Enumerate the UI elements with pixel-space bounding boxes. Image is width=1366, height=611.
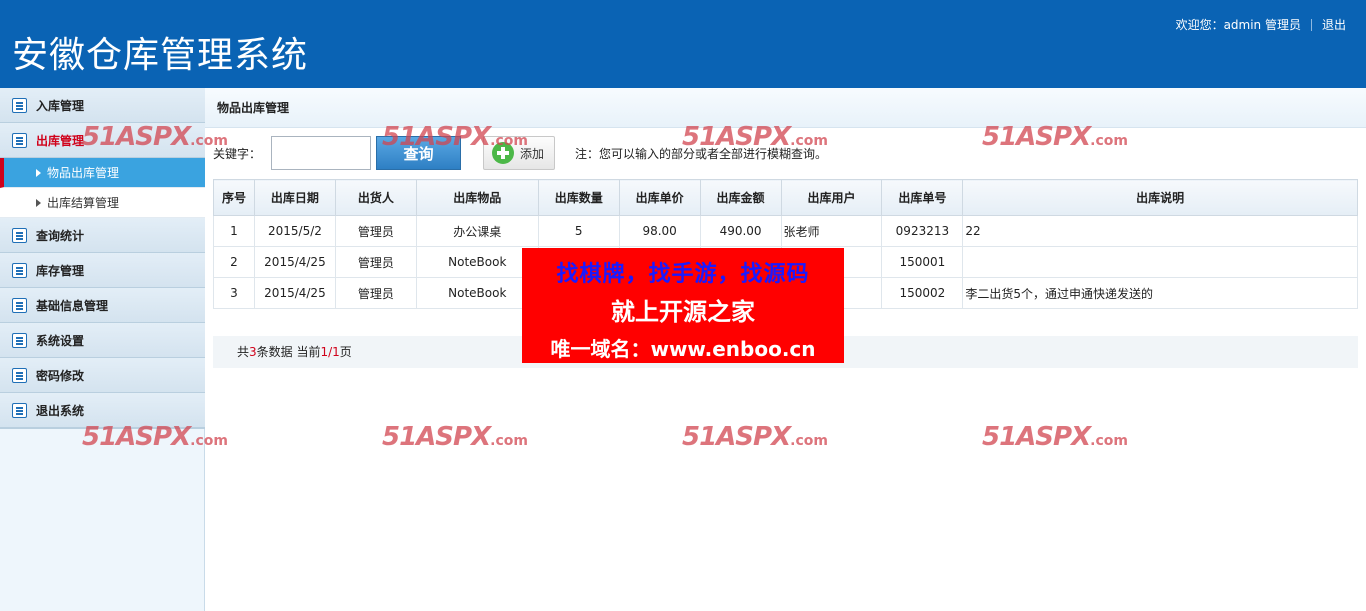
sidebar-item-query-stats[interactable]: 查询统计 (0, 218, 205, 253)
table-cell: NoteBook (415, 246, 539, 278)
sidebar-item-exit-system[interactable]: 退出系统 (0, 393, 205, 428)
list-icon (12, 402, 27, 418)
column-header: 出库金额 (699, 179, 782, 216)
app-title: 安徽仓库管理系统 (12, 35, 309, 76)
table-cell: 5 (537, 215, 620, 247)
sidebar-item-label: 系统设置 (36, 333, 85, 348)
sidebar-item-label: 出库管理 (36, 133, 85, 148)
sidebar-item-inbound[interactable]: 入库管理 (0, 88, 205, 123)
pager-prefix: 共 (237, 345, 250, 359)
sidebar-item-outbound[interactable]: 出库管理 (0, 123, 205, 158)
table-row[interactable]: 1 2015/5/2 管理员 办公课桌 5 98.00 490.00 张老师 0… (213, 215, 1358, 247)
table-cell: 98.00 (618, 215, 701, 247)
sidebar-menu: 入库管理 出库管理 物品出库管理 出库结算管理 查询统计 库存管理 基础信息管理 (0, 88, 205, 429)
sidebar-item-system-settings[interactable]: 系统设置 (0, 323, 205, 358)
sidebar-item-label: 查询统计 (36, 228, 85, 243)
table-cell: 150001 (881, 246, 964, 278)
list-icon (12, 297, 27, 313)
sidebar-item-change-password[interactable]: 密码修改 (0, 358, 205, 393)
table-cell: 2015/4/25 (253, 277, 336, 309)
sidebar-subitem-outbound-settlement[interactable]: 出库结算管理 (0, 188, 205, 218)
column-header: 出库单价 (618, 179, 701, 216)
table-cell: 办公课桌 (415, 215, 539, 247)
column-header: 出库用户 (780, 179, 883, 216)
table-cell: 2 (213, 246, 255, 278)
column-header: 出库数量 (537, 179, 620, 216)
sidebar-subitem-label: 物品出库管理 (47, 166, 120, 180)
table-cell: 管理员 (334, 277, 417, 309)
ad-line-1: 找棋牌，找手游，找源码 (556, 262, 810, 287)
table-cell: 0923213 (881, 215, 964, 247)
pager-count: 3 (249, 345, 257, 359)
page-title: 物品出库管理 (205, 88, 1366, 128)
sidebar-subitem-item-outbound[interactable]: 物品出库管理 (0, 158, 205, 188)
keyword-input[interactable] (271, 136, 371, 170)
pager-page: 1/1 (320, 345, 340, 359)
sidebar-subitem-label: 出库结算管理 (47, 196, 120, 210)
column-header: 出库说明 (962, 179, 1358, 216)
table-header-row: 序号 出库日期 出货人 出库物品 出库数量 出库单价 出库金额 出库用户 出库单… (213, 179, 1358, 216)
list-icon (12, 367, 27, 383)
keyword-label: 关键字： (213, 146, 262, 161)
sidebar-item-basic-info[interactable]: 基础信息管理 (0, 288, 205, 323)
ad-banner[interactable]: 找棋牌，找手游，找源码 就上开源之家 唯一域名：www.enboo.cn (522, 248, 844, 363)
sidebar: 入库管理 出库管理 物品出库管理 出库结算管理 查询统计 库存管理 基础信息管理 (0, 88, 205, 611)
ad-line-3: 唯一域名：www.enboo.cn (550, 337, 816, 361)
add-button-label: 添加 (520, 146, 545, 161)
logout-link[interactable]: 退出 (1322, 16, 1346, 33)
sidebar-item-inventory[interactable]: 库存管理 (0, 253, 205, 288)
list-icon (12, 132, 27, 148)
divider (1310, 18, 1312, 31)
column-header: 出货人 (334, 179, 417, 216)
column-header: 出库物品 (415, 179, 539, 216)
column-header: 出库单号 (881, 179, 964, 216)
table-cell: 管理员 (334, 246, 417, 278)
list-icon (12, 332, 27, 348)
column-header: 出库日期 (253, 179, 336, 216)
add-button[interactable]: 添加 (483, 136, 556, 170)
sidebar-item-label: 密码修改 (36, 368, 85, 383)
plus-icon (492, 142, 514, 164)
sidebar-item-label: 基础信息管理 (36, 298, 109, 313)
pager-mid: 条数据 当前 (256, 345, 321, 359)
table-cell: 管理员 (334, 215, 417, 247)
table-cell (962, 246, 1358, 278)
list-icon (12, 227, 27, 243)
table-cell: 2015/4/25 (253, 246, 336, 278)
pager-suffix: 页 (339, 345, 352, 359)
table-cell: 490.00 (699, 215, 782, 247)
sidebar-item-label: 入库管理 (36, 98, 85, 113)
app-header: 安徽仓库管理系统 欢迎您：admin 管理员 退出 (0, 0, 1366, 88)
column-header: 序号 (213, 179, 255, 216)
table-cell: 1 (213, 215, 255, 247)
table-cell: 22 (962, 215, 1358, 247)
table-cell: 150002 (881, 277, 964, 309)
ad-line-2: 就上开源之家 (611, 298, 755, 326)
search-bar: 关键字： 查询 添加 注：您可以输入的部分或者全部进行模糊查询。 (213, 136, 827, 170)
sidebar-item-label: 库存管理 (36, 263, 85, 278)
table-cell: 张老师 (780, 215, 883, 247)
table-cell: 2015/5/2 (253, 215, 336, 247)
table-cell: 3 (213, 277, 255, 309)
query-button[interactable]: 查询 (376, 136, 461, 170)
table-cell: 李二出货5个，通过申通快递发送的 (962, 277, 1358, 309)
table-cell: NoteBook (415, 277, 539, 309)
welcome-text: 欢迎您：admin 管理员 (1175, 18, 1301, 32)
caret-right-icon (36, 198, 41, 207)
user-bar: 欢迎您：admin 管理员 退出 (1176, 16, 1346, 33)
list-icon (12, 97, 27, 113)
sidebar-item-label: 退出系统 (36, 403, 85, 418)
list-icon (12, 262, 27, 278)
caret-right-icon (36, 168, 41, 177)
search-note: 注：您可以输入的部分或者全部进行模糊查询。 (575, 146, 828, 161)
